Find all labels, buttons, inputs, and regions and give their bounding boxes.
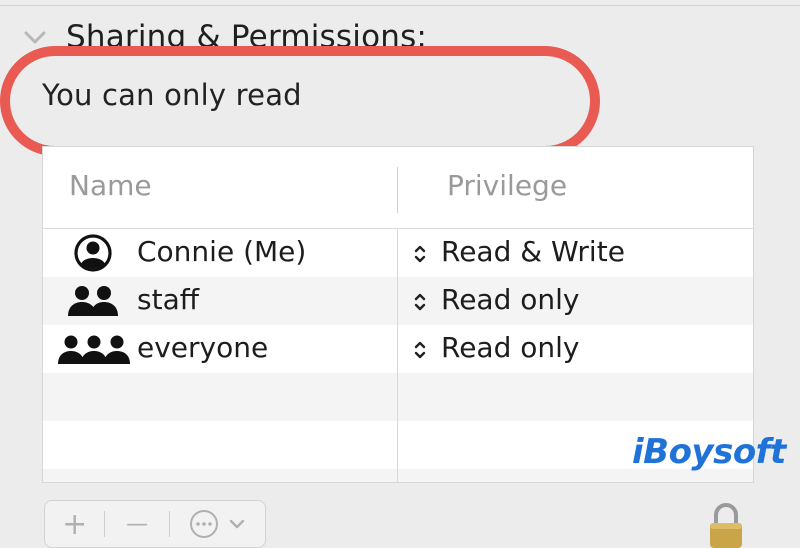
column-header-privilege[interactable]: Privilege xyxy=(447,169,567,202)
privilege-select[interactable]: Read & Write xyxy=(441,235,625,268)
up-down-chevron-icon[interactable] xyxy=(413,339,427,361)
watermark-logo: iBoysoft xyxy=(632,432,786,472)
up-down-chevron-icon[interactable] xyxy=(413,291,427,313)
add-button[interactable]: + xyxy=(45,501,104,547)
two-people-icon xyxy=(68,286,118,316)
group-name: everyone xyxy=(137,331,269,364)
table-row[interactable]: Connie (Me) Read & Write xyxy=(43,229,753,277)
lock-icon[interactable] xyxy=(706,500,746,548)
privilege-select[interactable]: Read only xyxy=(441,331,579,364)
top-divider xyxy=(0,0,800,6)
permissions-toolbar: + — xyxy=(44,500,266,548)
permission-status-text: You can only read xyxy=(42,78,302,112)
chevron-down-icon xyxy=(230,519,245,529)
table-row[interactable]: everyone Read only xyxy=(43,325,753,373)
column-divider[interactable] xyxy=(397,167,398,213)
three-people-icon xyxy=(58,335,130,364)
up-down-chevron-icon[interactable] xyxy=(413,243,427,265)
ellipsis-circle-icon xyxy=(190,510,219,538)
chevron-down-icon[interactable] xyxy=(22,24,48,50)
group-name: staff xyxy=(137,283,200,316)
empty-row xyxy=(43,373,753,421)
privilege-select[interactable]: Read only xyxy=(441,283,579,316)
column-header-name[interactable]: Name xyxy=(69,169,152,202)
user-name: Connie (Me) xyxy=(137,235,307,268)
table-row[interactable]: staff Read only xyxy=(43,277,753,325)
section-title: Sharing & Permissions: xyxy=(66,19,428,55)
table-header: Name Privilege xyxy=(43,147,753,229)
person-circle-icon xyxy=(74,234,112,272)
remove-button[interactable]: — xyxy=(105,501,168,547)
sharing-permissions-header[interactable]: Sharing & Permissions: xyxy=(22,14,427,60)
actions-menu-button[interactable] xyxy=(170,501,265,547)
